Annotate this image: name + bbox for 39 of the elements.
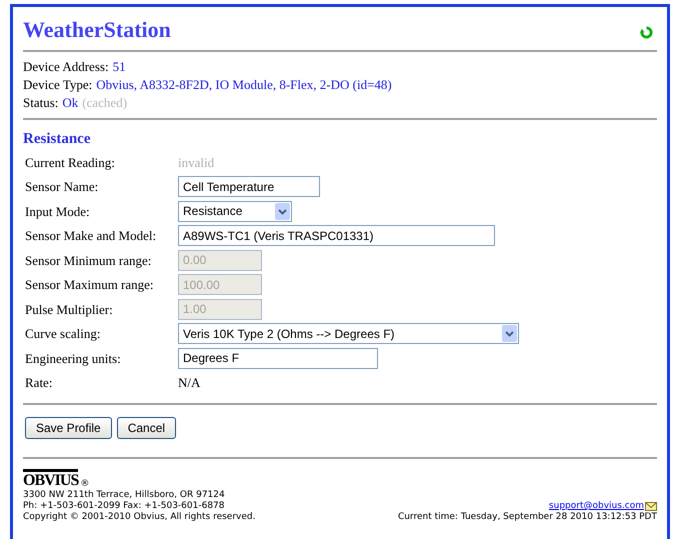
field-label: Sensor Make and Model:	[25, 227, 158, 245]
field-label: Pulse Multiplier:	[25, 300, 114, 319]
dropdown[interactable]: Resistance	[178, 200, 292, 222]
field-label: Rate:	[25, 374, 54, 392]
field-label: Sensor Minimum range:	[25, 252, 152, 270]
input-field[interactable]: A89WS-TC1 (Veris TRASPC01331)	[178, 225, 495, 246]
refresh-icon[interactable]	[640, 26, 653, 39]
form-button[interactable]: Save Profile	[25, 417, 112, 439]
section-title: Resistance	[23, 130, 92, 148]
field-label: Current Reading:	[25, 154, 116, 172]
field-label: Engineering units:	[25, 350, 122, 368]
company-logo: OBVIUS	[23, 469, 78, 490]
caret-icon	[502, 325, 517, 342]
form-button[interactable]: Cancel	[116, 417, 176, 439]
rate-value: N/A	[178, 374, 200, 392]
caret-icon	[275, 202, 290, 220]
reading-value: invalid	[178, 154, 214, 172]
copyright-text: Copyright © 2001-2010 Obvius, All rights reserved.	[23, 512, 256, 523]
address-text: 3300 NW 211th Terrace, Hillsboro, OR 97124	[23, 490, 226, 501]
input-field[interactable]: Cell Temperature	[178, 176, 320, 198]
input-field[interactable]: Degrees F	[178, 348, 378, 369]
phone-text: Ph: +1-503-601-2099 Fax: +1-503-601-6878	[23, 501, 226, 512]
registered-mark: ®	[80, 479, 90, 490]
device-label: Status:	[23, 94, 58, 112]
mail-icon	[645, 502, 657, 511]
field-label: Curve scaling:	[25, 325, 102, 343]
page-title: WeatherStation	[23, 16, 171, 44]
field-label: Sensor Name:	[25, 178, 100, 196]
email-link[interactable]: support@obvius.com	[548, 501, 644, 512]
dropdown[interactable]: Veris 10K Type 2 (Ohms --> Degrees F)	[178, 323, 519, 344]
device-value: Obvius, A8332-8F2D, IO Module, 8-Flex, 2-DO (id=48)	[96, 76, 392, 94]
device-label: Device Type:	[23, 76, 92, 94]
device-label: Device Address:	[23, 58, 109, 76]
device-value: Ok	[62, 94, 78, 112]
current-time: Current time: Tuesday, September 28 2010 13:12:53 PDT	[398, 512, 657, 523]
field-label: Sensor Maximum range:	[25, 276, 155, 294]
field-label: Input Mode:	[25, 202, 91, 221]
status-note: (cached)	[82, 94, 128, 112]
device-value: 51	[112, 58, 126, 76]
